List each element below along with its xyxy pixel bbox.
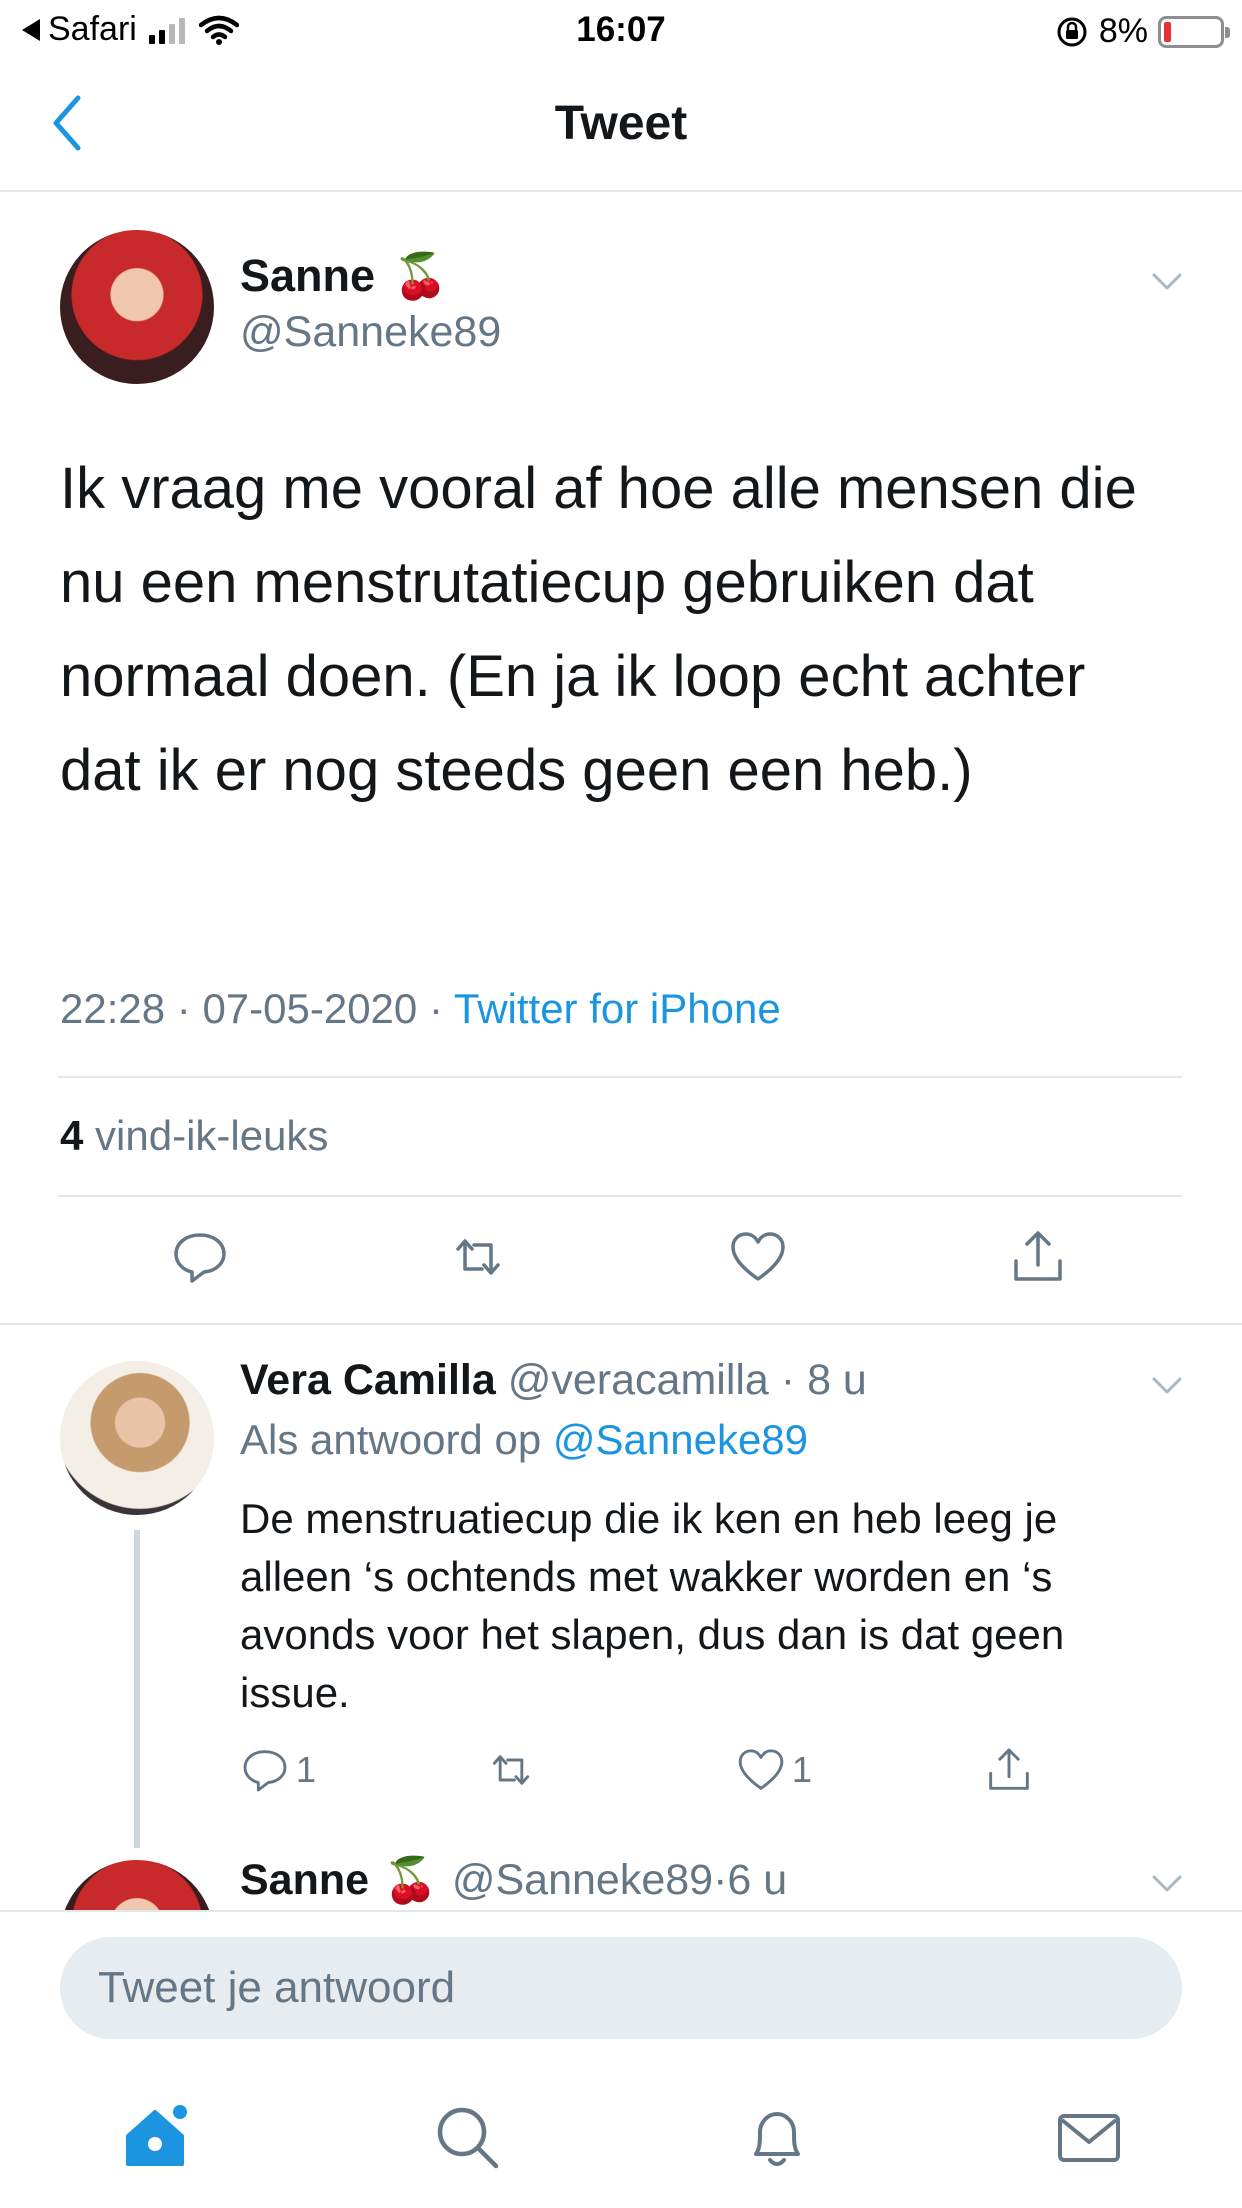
thread-connector-line: [134, 1530, 140, 1848]
likes-label: vind-ik-leuks: [95, 1112, 329, 1159]
chevron-down-icon[interactable]: [1150, 264, 1184, 298]
reply-count: 1: [296, 1749, 317, 1790]
like-icon: [738, 1749, 784, 1790]
likes-count-row[interactable]: 4 vind-ik-leuks: [60, 1112, 328, 1160]
cherry-emoji: 🍒: [393, 252, 448, 301]
status-bar: Safari 16:07 8%: [0, 0, 1242, 62]
author-handle[interactable]: @Sanneke89: [240, 308, 501, 357]
battery-icon: [1158, 15, 1230, 48]
chevron-down-icon[interactable]: [1150, 1368, 1184, 1402]
tweet-meta: 22:28 · 07-05-2020 · Twitter for iPhone: [60, 985, 781, 1033]
reply-prefix: Als antwoord op: [240, 1416, 542, 1463]
second-reply-time: 6 u: [727, 1855, 788, 1904]
divider: [58, 1076, 1182, 1078]
like-count: 1: [792, 1749, 813, 1790]
tweet-date: 07-05-2020: [202, 985, 418, 1032]
reply-composer-input[interactable]: [60, 1937, 1182, 2039]
meta-separator: ·: [713, 1855, 728, 1904]
reply-text: De menstruatiecup die ik ken en heb leeg…: [240, 1495, 1065, 1716]
bottom-bar: [0, 1910, 1242, 2208]
meta-separator: ·: [768, 1356, 808, 1404]
second-reply-header: Sanne 🍒 @Sanneke89 · 6 u: [240, 1854, 787, 1906]
tweet-time: 22:28: [60, 985, 166, 1032]
cherry-emoji: 🍒: [383, 1856, 438, 1905]
main-tweet: Sanne 🍒 @Sanneke89 Ik vraag me vooral af…: [0, 192, 1242, 1325]
replying-to: Als antwoord op @Sanneke89: [240, 1416, 808, 1464]
home-icon[interactable]: [120, 2102, 190, 2172]
divider: [58, 1195, 1182, 1197]
reply-author-name[interactable]: Vera Camilla: [240, 1356, 496, 1404]
page-title: Tweet: [554, 97, 688, 150]
author-name-text: Sanne: [240, 250, 376, 301]
tweet-text: Ik vraag me vooral af hoe alle mensen di…: [60, 456, 1137, 803]
reply-mention-link[interactable]: @Sanneke89: [553, 1416, 808, 1463]
search-icon[interactable]: [432, 2102, 502, 2172]
retweet-icon: [492, 1755, 530, 1785]
second-reply-author-name[interactable]: Sanne: [240, 1856, 369, 1905]
notifications-icon[interactable]: [742, 2102, 812, 2172]
reply-icon[interactable]: [170, 1227, 230, 1287]
author-name[interactable]: Sanne 🍒: [240, 250, 448, 302]
avatar[interactable]: [60, 1361, 214, 1515]
reply-icon: [243, 1750, 287, 1792]
reply-like-button[interactable]: 1: [736, 1745, 812, 1795]
avatar[interactable]: [60, 230, 214, 384]
retweet-icon[interactable]: [448, 1227, 508, 1287]
reply-share-button[interactable]: [984, 1745, 1034, 1795]
reply-author-handle[interactable]: @veracamilla: [508, 1356, 769, 1404]
reply-reply-button[interactable]: 1: [240, 1745, 316, 1795]
reply-retweet-button[interactable]: [486, 1745, 536, 1795]
second-reply[interactable]: Sanne 🍒 @Sanneke89 · 6 u: [0, 1850, 1242, 1910]
navigation-bar: Tweet: [0, 62, 1242, 192]
share-icon: [989, 1748, 1029, 1790]
avatar[interactable]: [60, 1860, 214, 1910]
tweet-source-link[interactable]: Twitter for iPhone: [454, 985, 781, 1032]
reply-time: 8 u: [807, 1356, 867, 1404]
share-icon[interactable]: [1008, 1227, 1068, 1287]
likes-count: 4: [60, 1112, 84, 1159]
meta-separator: ·: [417, 985, 454, 1032]
like-icon[interactable]: [728, 1227, 788, 1287]
second-reply-handle[interactable]: @Sanneke89: [452, 1856, 713, 1905]
reply-header: Vera Camilla @veracamilla · 8 u: [240, 1356, 867, 1405]
chevron-down-icon[interactable]: [1150, 1866, 1184, 1900]
battery-percent: 8%: [1098, 12, 1148, 50]
orientation-lock-icon: [1057, 17, 1087, 46]
messages-icon[interactable]: [1054, 2102, 1124, 2172]
meta-separator: ·: [165, 985, 203, 1032]
status-right: 8%: [1055, 12, 1230, 51]
